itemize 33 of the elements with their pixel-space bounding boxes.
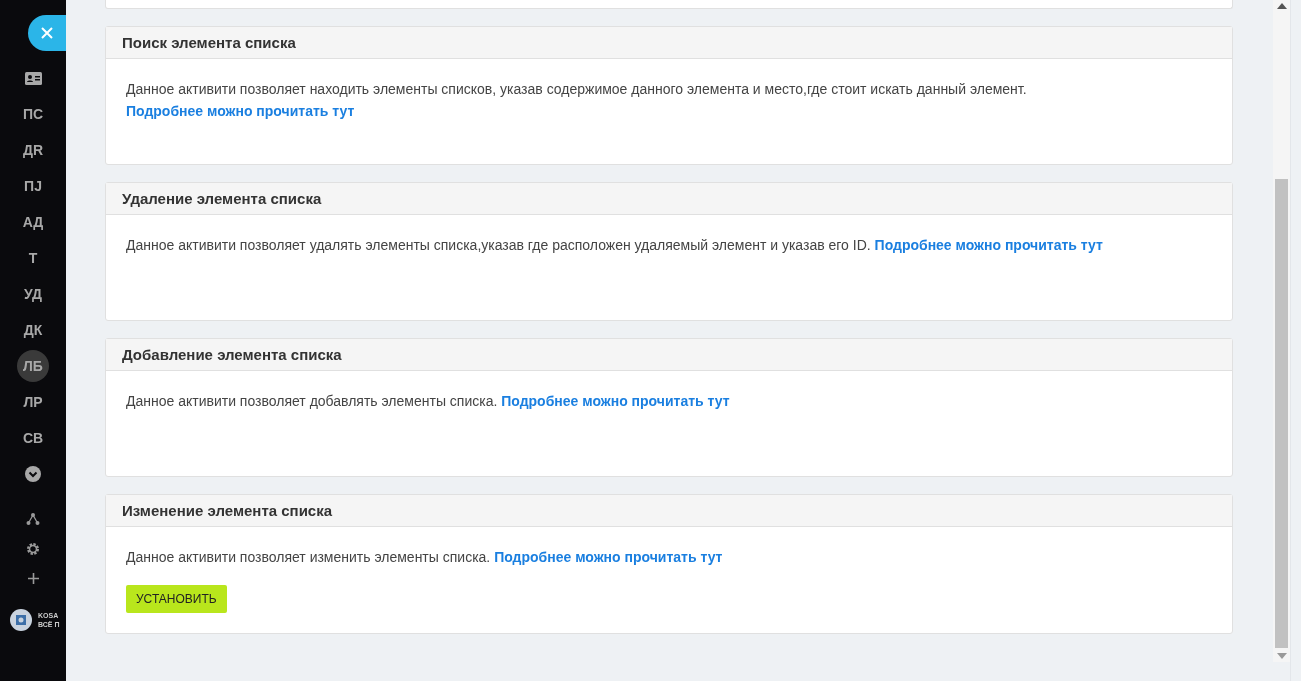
card-title: Поиск элемента списка [122,34,296,51]
sidebar-item[interactable]: ЛБ [17,350,49,382]
sidebar-item[interactable]: ПС [17,98,49,130]
card-description: Данное активити позволяет изменить элементы списка. Подробнее можно прочитать тут [126,548,724,567]
settings-icon[interactable] [26,542,40,556]
card-title: Добавление элемента списка [122,346,342,363]
scrollbar[interactable] [1273,0,1290,662]
sidebar-item[interactable]: АД [17,206,49,238]
plus-icon[interactable] [26,572,40,585]
details-link[interactable]: Подробнее можно прочитать тут [126,103,355,119]
sidebar-item[interactable]: ДR [17,134,49,166]
scrollbar-thumb[interactable] [1275,179,1288,648]
close-button[interactable] [28,15,66,51]
sidebar-item[interactable]: ДК [17,314,49,346]
logo-icon [10,609,32,631]
close-icon [40,26,54,40]
scroll-down-icon[interactable] [1276,653,1287,659]
sidebar-item[interactable]: ПJ [17,170,49,202]
details-link[interactable]: Подробнее можно прочитать тут [494,549,723,565]
details-link[interactable]: Подробнее можно прочитать тут [874,237,1103,253]
sidebar-item[interactable]: СВ [17,422,49,454]
sidebar-item[interactable]: ЛР [17,386,49,418]
network-icon[interactable] [26,512,40,526]
card-description: Данное активити позволяет находить элементы списков, указав содержимое данного элемента и место,где стоит искать данный элемент. Подробнее можно прочитать тут [126,80,1028,121]
card-title: Удаление элемента списка [122,190,322,207]
scroll-up-icon[interactable] [1276,3,1287,9]
sidebar-item[interactable]: УД [17,278,49,310]
card-description: Данное активити позволяет добавлять элементы списка. Подробнее можно прочитать тут [126,392,731,411]
card-title: Изменение элемента списка [122,502,333,519]
install-button[interactable]: УСТАНОВИТЬ [126,585,227,613]
card-description: Данное активити позволяет удалять элементы списка,указав где расположен удаляемый элемент и указав его ID. Подробнее можно прочитать тут [126,236,1104,255]
sidebar-item[interactable]: Т [17,242,49,274]
details-link[interactable]: Подробнее можно прочитать тут [501,393,730,409]
